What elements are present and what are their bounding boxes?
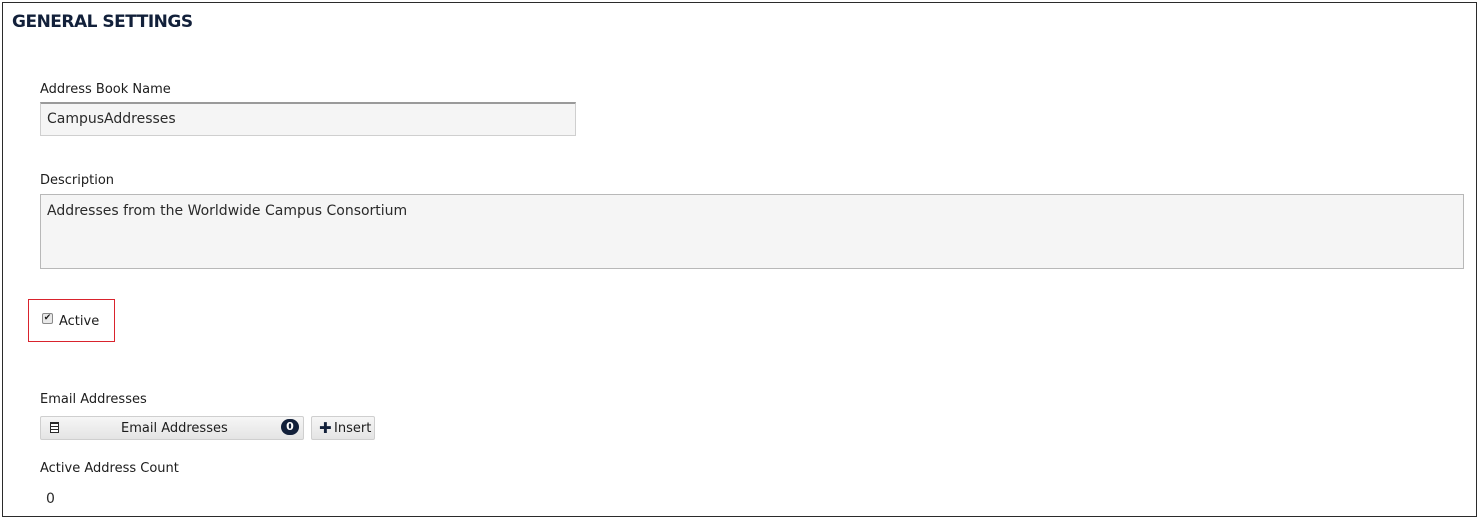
email-addresses-label: Email Addresses [40,392,147,407]
address-book-name-input[interactable]: CampusAddresses [40,102,576,136]
email-addresses-button-label: Email Addresses [121,421,228,436]
insert-button[interactable]: ✚ Insert [311,416,375,440]
general-settings-panel: GENERAL SETTINGS Address Book Name Campu… [2,2,1477,517]
plus-icon: ✚ [319,419,332,437]
insert-button-label: Insert [334,421,372,436]
active-address-count-value: 0 [46,491,55,507]
list-icon [50,422,59,433]
description-textarea[interactable]: Addresses from the Worldwide Campus Cons… [40,194,1464,269]
address-book-name-label: Address Book Name [40,82,171,97]
description-label: Description [40,173,115,188]
active-address-count-label: Active Address Count [40,461,179,476]
active-checkbox[interactable]: ✔ [42,313,53,324]
active-checkbox-highlight: ✔ Active [28,299,115,342]
active-label[interactable]: Active [59,314,99,329]
email-addresses-button[interactable]: Email Addresses 0 [40,416,304,440]
section-title: GENERAL SETTINGS [12,12,193,32]
email-addresses-count-badge: 0 [281,419,299,435]
